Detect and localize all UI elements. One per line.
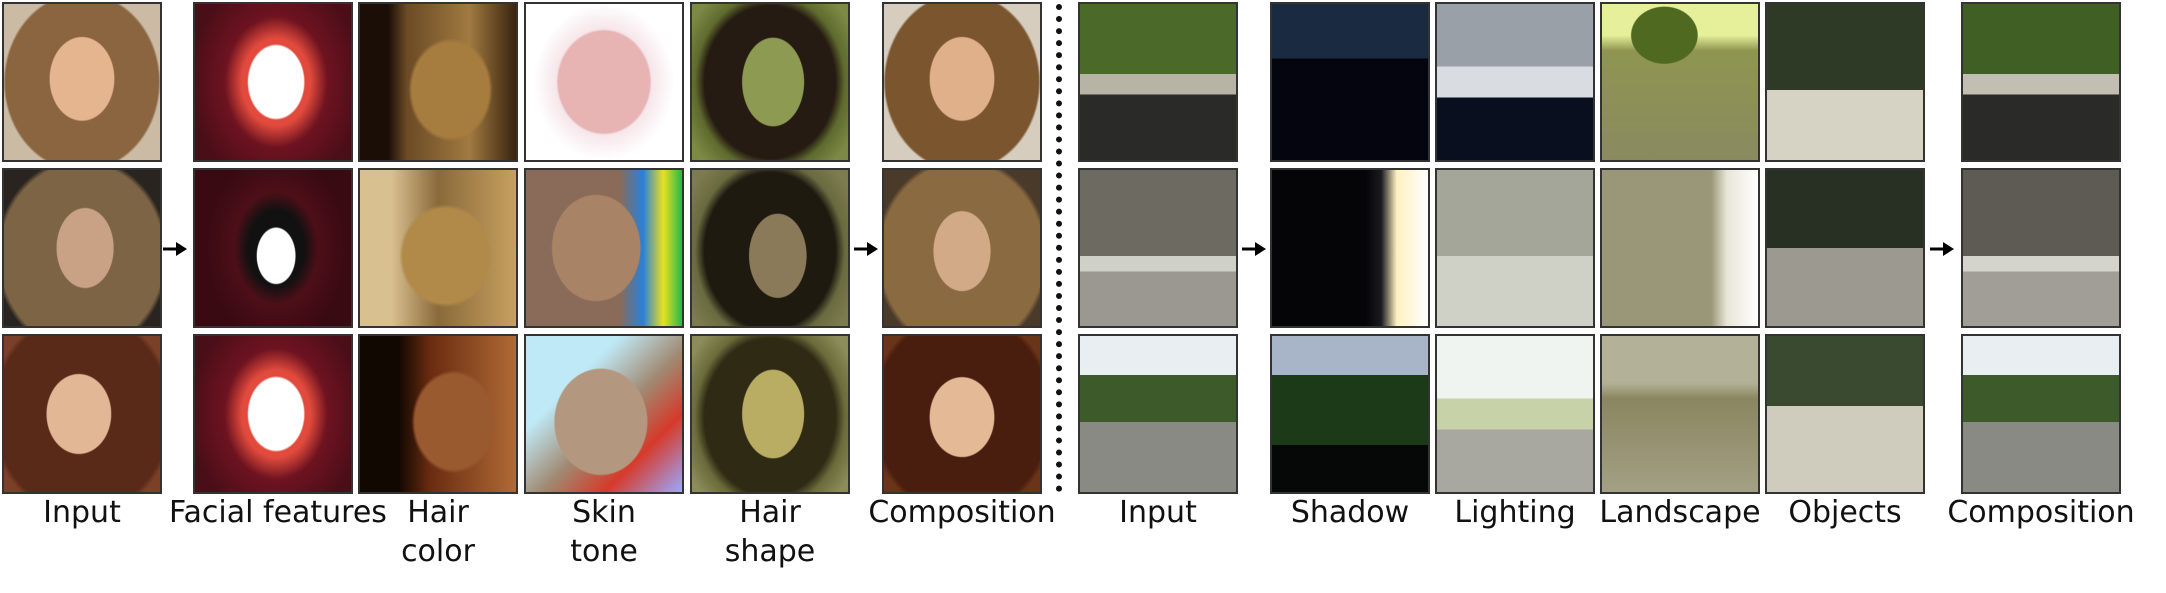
face-input-label: Input <box>43 495 121 530</box>
facial-features-image <box>193 2 353 162</box>
skin-tone-image <box>524 334 684 494</box>
face-composition-image <box>882 2 1042 162</box>
shadow-image <box>1270 168 1430 328</box>
face-input-image <box>2 2 162 162</box>
face-composition-label: Composition <box>868 495 1056 530</box>
lighting-image <box>1435 2 1595 162</box>
hair-shape-image <box>690 168 850 328</box>
hair-shape-image <box>690 334 850 494</box>
street-input-image <box>1078 2 1238 162</box>
shadow-image <box>1270 334 1430 494</box>
street-composition-image <box>1961 2 2121 162</box>
lighting-label: Lighting <box>1454 495 1576 530</box>
lighting-image <box>1435 334 1595 494</box>
street-composition-image <box>1961 168 2121 328</box>
panel-divider <box>1056 4 1062 492</box>
face-composition-image <box>882 334 1042 494</box>
lighting-image <box>1435 168 1595 328</box>
street-input-image <box>1078 334 1238 494</box>
hair-color-image <box>358 168 518 328</box>
right-arrow-icon <box>1930 242 1954 256</box>
face-input-image <box>2 168 162 328</box>
face-input-image <box>2 334 162 494</box>
hair-color-image <box>358 334 518 494</box>
right-arrow-icon <box>163 242 187 256</box>
right-arrow-icon <box>854 242 878 256</box>
landscape-label: Landscape <box>1599 495 1761 530</box>
street-composition-label: Composition <box>1947 495 2135 530</box>
skin-tone-image <box>524 2 684 162</box>
objects-image <box>1765 334 1925 494</box>
facial-features-image <box>193 334 353 494</box>
facial-features-label: Facial features <box>169 495 387 530</box>
right-arrow-icon <box>1242 242 1266 256</box>
landscape-image <box>1600 334 1760 494</box>
hair-color-label: Hair color <box>401 495 475 569</box>
hair-shape-image <box>690 2 850 162</box>
skin-tone-label: Skin tone <box>570 495 638 569</box>
hair-shape-label: Hair shape <box>724 495 816 569</box>
skin-tone-image <box>524 168 684 328</box>
objects-image <box>1765 2 1925 162</box>
objects-image <box>1765 168 1925 328</box>
shadow-label: Shadow <box>1290 495 1410 530</box>
hair-color-image <box>358 2 518 162</box>
street-input-label: Input <box>1119 495 1197 530</box>
face-composition-image <box>882 168 1042 328</box>
shadow-image <box>1270 2 1430 162</box>
landscape-image <box>1600 168 1760 328</box>
objects-label: Objects <box>1788 495 1902 530</box>
street-input-image <box>1078 168 1238 328</box>
facial-features-image <box>193 168 353 328</box>
street-composition-image <box>1961 334 2121 494</box>
landscape-image <box>1600 2 1760 162</box>
